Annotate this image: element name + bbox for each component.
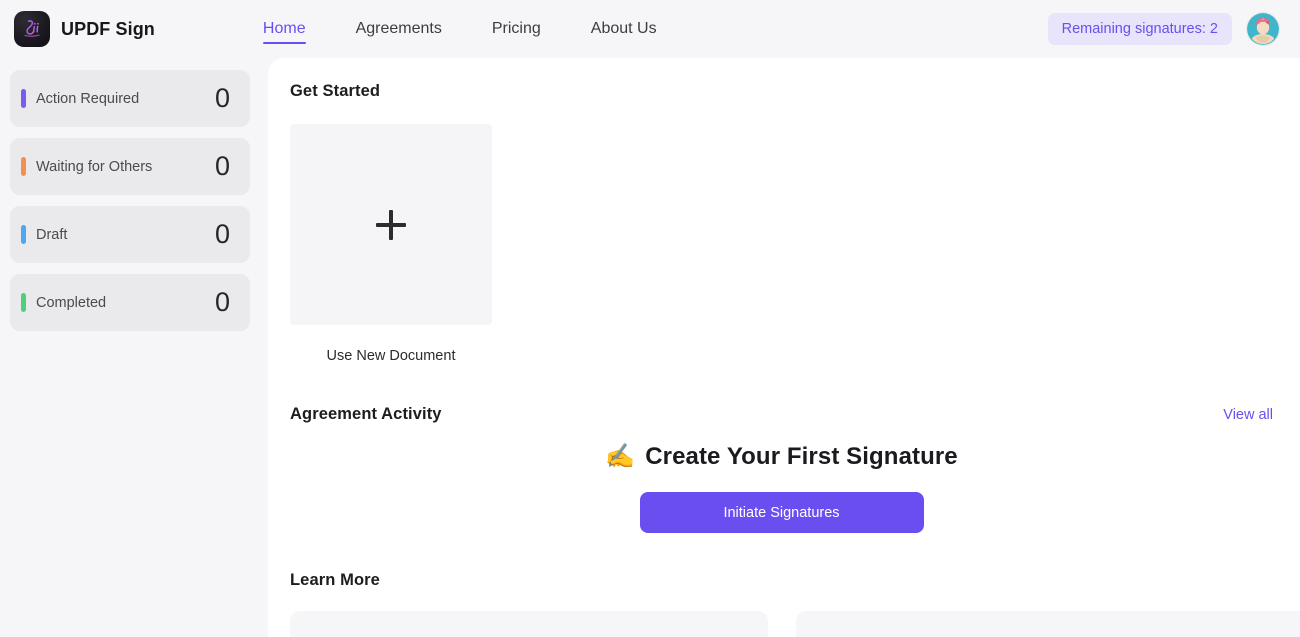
agreement-activity-title: Agreement Activity <box>290 405 442 423</box>
remaining-signatures-badge[interactable]: Remaining signatures: 2 <box>1047 13 1232 45</box>
sidebar-item-completed-label: Completed <box>36 294 107 311</box>
main-nav: Home Agreements Pricing About Us <box>238 0 682 58</box>
empty-state-title-row: ✍️ Create Your First Signature <box>605 443 958 471</box>
sidebar-item-draft[interactable]: Draft 0 <box>10 206 250 263</box>
writing-hand-icon: ✍️ <box>605 443 636 470</box>
nav-item-agreements-label: Agreements <box>355 20 442 37</box>
sidebar-item-draft-label: Draft <box>36 226 68 243</box>
nav-item-agreements[interactable]: Agreements <box>331 0 467 58</box>
sidebar-item-completed-count: 0 <box>214 287 230 317</box>
brand-name: UPDF Sign <box>61 18 155 39</box>
get-started-tiles: Use New Document <box>290 124 492 364</box>
header-right: Remaining signatures: 2 <box>1047 12 1286 46</box>
body-row: Action Required 0 Waiting for Others 0 D… <box>0 58 1300 637</box>
status-color-bar-waiting-for-others <box>21 157 26 176</box>
status-color-bar-action-required <box>21 89 26 108</box>
learn-more-cards <box>290 611 1300 637</box>
sidebar-item-waiting-for-others-count: 0 <box>214 151 230 181</box>
sidebar-item-action-required[interactable]: Action Required 0 <box>10 70 250 127</box>
signature-logo-icon <box>14 11 50 47</box>
plus-icon <box>376 209 406 240</box>
status-color-bar-completed <box>21 293 26 312</box>
learn-more-title: Learn More <box>290 571 380 589</box>
main-content: Get Started Use New Document Agreement A… <box>268 58 1300 637</box>
learn-more-card[interactable] <box>290 611 768 637</box>
sidebar-item-draft-count: 0 <box>214 219 230 249</box>
app-root: UPDF Sign Home Agreements Pricing About … <box>0 0 1300 637</box>
nav-item-home[interactable]: Home <box>238 0 331 58</box>
sidebar-item-waiting-for-others-label: Waiting for Others <box>36 158 153 175</box>
agreement-activity-empty-state: ✍️ Create Your First Signature Initiate … <box>290 443 1273 533</box>
brand[interactable]: UPDF Sign <box>14 11 155 47</box>
learn-more-card[interactable] <box>796 611 1300 637</box>
agreement-activity-header: Agreement Activity View all <box>290 405 1273 424</box>
use-new-document-tile[interactable] <box>290 124 492 325</box>
nav-item-pricing-label: Pricing <box>491 20 541 37</box>
use-new-document-label: Use New Document <box>326 348 456 364</box>
get-started-title: Get Started <box>290 82 381 100</box>
sidebar-item-completed[interactable]: Completed 0 <box>10 274 250 331</box>
top-header: UPDF Sign Home Agreements Pricing About … <box>0 0 1300 58</box>
sidebar: Action Required 0 Waiting for Others 0 D… <box>0 58 268 637</box>
nav-item-about-us-label: About Us <box>590 20 657 37</box>
nav-item-home-label: Home <box>262 20 306 37</box>
nav-item-about-us[interactable]: About Us <box>566 0 682 58</box>
user-avatar[interactable] <box>1246 12 1280 46</box>
initiate-signatures-button[interactable]: Initiate Signatures <box>639 492 924 533</box>
nav-item-pricing[interactable]: Pricing <box>467 0 566 58</box>
status-color-bar-draft <box>21 225 26 244</box>
sidebar-item-waiting-for-others[interactable]: Waiting for Others 0 <box>10 138 250 195</box>
sidebar-item-action-required-label: Action Required <box>36 90 140 107</box>
view-all-link[interactable]: View all <box>1223 407 1273 423</box>
empty-state-title: Create Your First Signature <box>645 443 958 470</box>
sidebar-item-action-required-count: 0 <box>214 83 230 113</box>
